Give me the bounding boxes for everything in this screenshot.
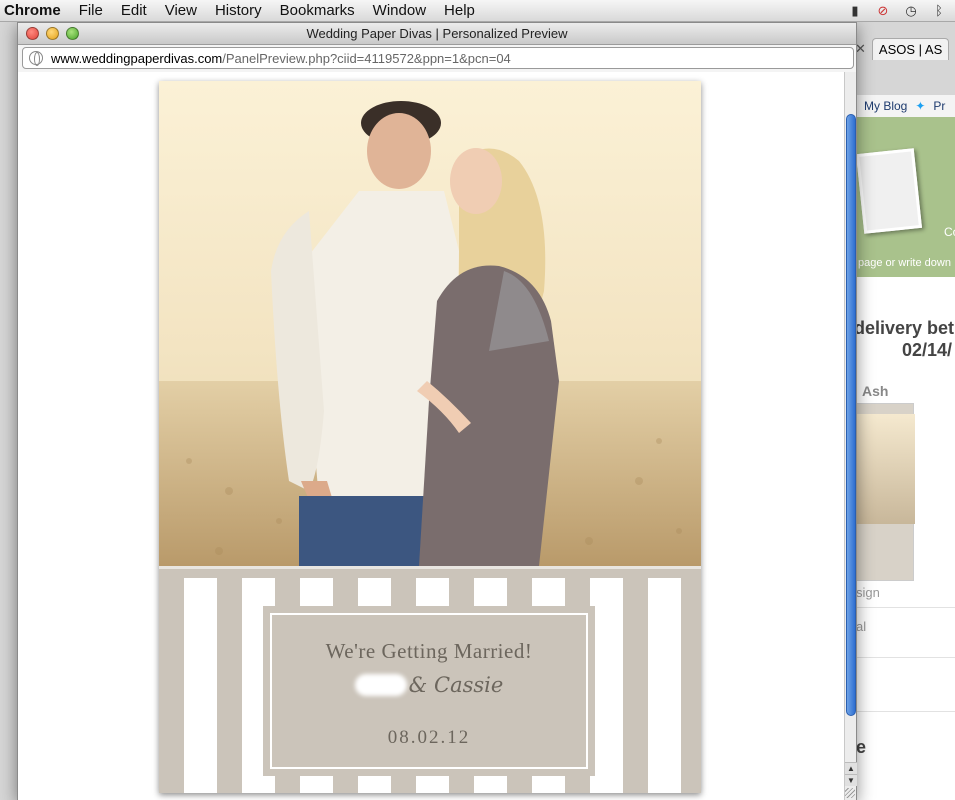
preview-content: We're Getting Married! & Cassie 08.02.12 (18, 72, 844, 800)
twitter-icon[interactable]: ✦ (915, 99, 925, 113)
banner-caption: page or write down (858, 257, 951, 269)
al-text: al (856, 619, 867, 634)
preview-popup-window: Wedding Paper Divas | Personalized Previ… (17, 22, 857, 800)
status-area: ▮ ⊘ ◷ ᛒ (847, 0, 955, 22)
url-host: www.weddingpaperdivas.com (51, 50, 223, 66)
window-titlebar[interactable]: Wedding Paper Divas | Personalized Previ… (18, 23, 856, 45)
couple-photo-illustration (159, 81, 701, 566)
e-text: e (856, 737, 867, 757)
time-machine-icon[interactable]: ◷ (903, 3, 919, 19)
url-path: /PanelPreview.php?ciid=4119572&ppn=1&pcn… (222, 50, 511, 66)
background-tab-strip: ✕ ASOS | AS (855, 36, 955, 62)
menu-view[interactable]: View (156, 0, 206, 22)
scrollbar-thumb[interactable] (846, 114, 856, 716)
divider (856, 711, 955, 712)
text-frame: We're Getting Married! & Cassie 08.02.12 (263, 606, 595, 776)
menu-edit[interactable]: Edit (112, 0, 156, 22)
redacted-name (354, 674, 407, 696)
delivery-line-2: 02/14/ (902, 340, 953, 360)
menu-history[interactable]: History (206, 0, 271, 22)
delivery-line-1: delivery bet (856, 318, 955, 338)
menu-bar: Chrome File Edit View History Bookmarks … (0, 0, 955, 22)
scroll-down-arrow-icon[interactable]: ▼ (845, 774, 857, 786)
vertical-scrollbar[interactable]: ▲ ▼ (844, 72, 857, 800)
battery-icon[interactable]: ▮ (847, 3, 863, 19)
text-frame-inner: We're Getting Married! & Cassie 08.02.12 (270, 613, 588, 769)
product-thumbnail[interactable] (856, 403, 915, 581)
scroll-up-arrow-icon[interactable]: ▲ (845, 762, 857, 774)
menu-app-chrome[interactable]: Chrome (0, 0, 70, 22)
globe-icon (29, 51, 43, 66)
background-link-bar: My Blog ✦ Pr (856, 95, 955, 117)
menu-bookmarks[interactable]: Bookmarks (271, 0, 364, 22)
address-bar[interactable]: www.weddingpaperdivas.com/PanelPreview.p… (22, 47, 854, 69)
link-pr[interactable]: Pr (933, 99, 945, 113)
stop-icon[interactable]: ⊘ (875, 3, 891, 19)
menu-window[interactable]: Window (364, 0, 435, 22)
section-ash: Ash (862, 383, 889, 399)
divider (856, 657, 955, 658)
link-my-blog[interactable]: My Blog (864, 99, 907, 113)
wedding-date: 08.02.12 (387, 727, 471, 748)
divider (856, 607, 955, 608)
invitation-heading: We're Getting Married! (325, 639, 533, 663)
photo-divider-band (159, 566, 701, 578)
window-title: Wedding Paper Divas | Personalized Previ… (306, 26, 568, 41)
banner-photo (856, 148, 923, 234)
couple-names: & Cassie (408, 673, 504, 697)
background-page: My Blog ✦ Pr Co page or write down deliv… (856, 95, 955, 800)
menu-help[interactable]: Help (435, 0, 484, 22)
banner-co-text: Co (944, 225, 955, 239)
sign-text: sign (856, 585, 880, 600)
bluetooth-icon[interactable]: ᛒ (931, 3, 947, 19)
couple-names-row: & Cassie (272, 673, 586, 697)
thumbnail-photo (857, 414, 915, 524)
invitation-card: We're Getting Married! & Cassie 08.02.12 (159, 81, 701, 793)
menu-file[interactable]: File (70, 0, 112, 22)
delivery-heading: delivery bet 02/14/ (856, 317, 954, 361)
tab-asos[interactable]: ASOS | AS (871, 38, 950, 60)
background-banner: Co page or write down (856, 117, 955, 277)
resize-grip-icon[interactable] (845, 788, 855, 798)
couple-photo (159, 81, 701, 566)
